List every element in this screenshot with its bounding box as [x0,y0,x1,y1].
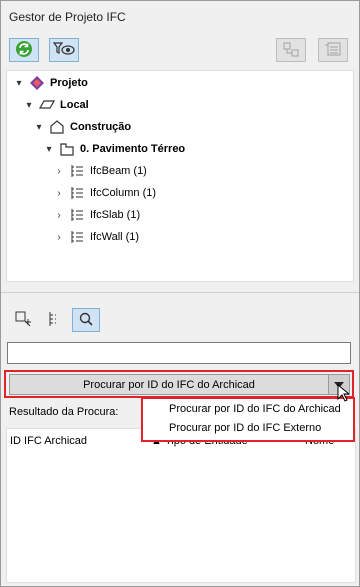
site-icon [39,97,55,113]
building-icon [49,119,65,135]
tree-label-ifcslab: IfcSlab (1) [90,209,141,221]
entity-type-icon [69,229,85,245]
project-tree: ▾ Projeto ▾ Local ▾ Construção ▾ 0. Pavi… [6,70,354,282]
entity-list-icon [324,41,342,60]
column-header-id[interactable]: ID IFC Archicad [10,435,87,447]
tree-view-button[interactable] [41,308,69,332]
tree-label-building: Construção [70,121,132,133]
tree-label-project: Projeto [50,77,88,89]
chevron-down-icon[interactable]: ▾ [43,144,55,155]
list-tree-icon [46,310,64,331]
chevron-right-icon[interactable]: › [53,232,65,243]
search-mode-select[interactable]: Procurar por ID do IFC do Archicad [9,374,350,395]
tree-label-storey: 0. Pavimento Térreo [80,143,186,155]
add-node-icon [14,310,32,331]
entity-type-icon [69,163,85,179]
splitter[interactable] [1,292,359,293]
chevron-down-icon[interactable]: ▾ [13,78,25,89]
dropdown-option-external-id[interactable]: Procurar por ID do IFC Externo [169,422,321,434]
tree-row-ifcbeam[interactable]: › IfcBeam (1) [53,161,147,181]
add-entity-button[interactable] [276,38,306,62]
tree-row-ifccolumn[interactable]: › IfcColumn (1) [53,183,156,203]
add-entity-icon [282,41,300,60]
filter-view-button[interactable] [49,38,79,62]
project-icon [29,75,45,91]
filter-eye-icon [52,41,75,60]
storey-icon [59,141,75,157]
chevron-right-icon[interactable]: › [53,188,65,199]
results-table: ID IFC Archicad ▲ Tipo de Entidade Nome [6,428,356,583]
dropdown-option-archicad-id[interactable]: Procurar por ID do IFC do Archicad [169,403,341,415]
entity-type-icon [69,207,85,223]
entity-list-button[interactable] [318,38,348,62]
chevron-down-icon[interactable]: ▾ [33,122,45,133]
chevron-right-icon[interactable]: › [53,166,65,177]
search-icon [78,311,94,330]
tree-row-ifcslab[interactable]: › IfcSlab (1) [53,205,140,225]
tree-label-ifcwall: IfcWall (1) [90,231,140,243]
refresh-button[interactable] [9,38,39,62]
tree-row-ifcwall[interactable]: › IfcWall (1) [53,227,139,247]
tree-label-ifccolumn: IfcColumn (1) [90,187,157,199]
tree-row-site[interactable]: ▾ Local [23,95,89,115]
add-property-button[interactable] [9,308,37,332]
chevron-down-icon[interactable]: ▾ [23,100,35,111]
entity-type-icon [69,185,85,201]
mouse-cursor-icon [337,383,351,405]
tree-row-building[interactable]: ▾ Construção [33,117,131,137]
search-mode-button[interactable] [72,308,100,332]
tree-label-ifcbeam: IfcBeam (1) [90,165,147,177]
refresh-icon [15,40,33,61]
ifc-project-manager-panel: Gestor de Projeto IFC ▾ Projeto ▾ Local … [0,0,360,587]
search-mode-selected: Procurar por ID do IFC do Archicad [83,378,255,391]
panel-title: Gestor de Projeto IFC [9,10,126,24]
results-label: Resultado da Procura: [9,406,119,418]
search-input[interactable] [7,342,351,364]
search-mode-dropdown: Procurar por ID do IFC do Archicad Procu… [141,397,355,442]
chevron-right-icon[interactable]: › [53,210,65,221]
tree-row-project[interactable]: ▾ Projeto [13,73,88,93]
tree-label-site: Local [60,99,89,111]
tree-row-storey[interactable]: ▾ 0. Pavimento Térreo [43,139,185,159]
